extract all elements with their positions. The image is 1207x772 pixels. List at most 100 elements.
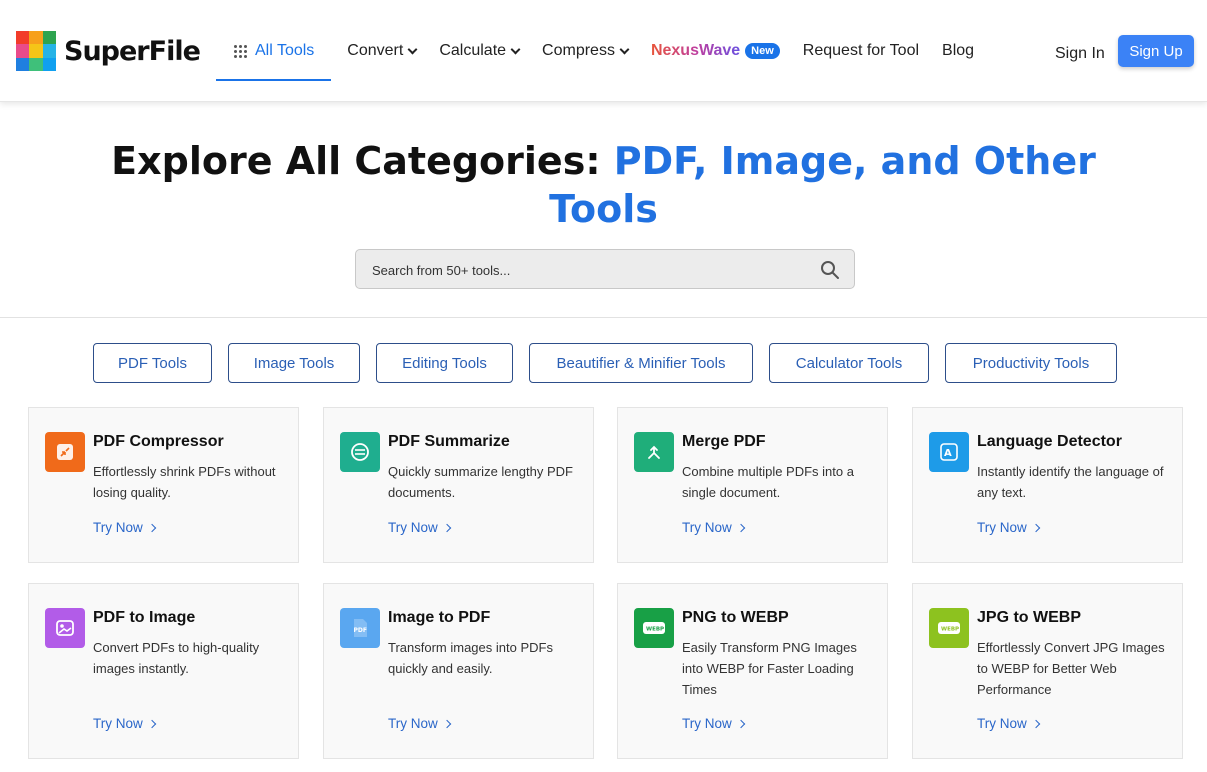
brand-logo[interactable]: SuperFile xyxy=(16,31,201,71)
tool-card-image-to-pdf[interactable]: PDF Image to PDF Transform images into P… xyxy=(323,583,594,759)
search-input[interactable]: Search from 50+ tools... xyxy=(355,249,855,289)
svg-text:PDF: PDF xyxy=(354,627,367,634)
tool-card-pdf-summarize[interactable]: PDF Summarize Quickly summarize lengthy … xyxy=(323,407,594,563)
card-title: PNG to WEBP xyxy=(682,609,789,626)
translate-icon: A xyxy=(929,432,969,472)
try-now-link[interactable]: Try Now xyxy=(682,716,745,731)
card-description: Transform images into PDFs quickly and e… xyxy=(388,640,553,676)
try-now-label: Try Now xyxy=(388,520,438,535)
try-now-link[interactable]: Try Now xyxy=(93,716,156,731)
card-title: Language Detector xyxy=(977,433,1122,450)
image-icon xyxy=(45,608,85,648)
compress-icon xyxy=(45,432,85,472)
try-now-label: Try Now xyxy=(682,716,732,731)
nav-calculate-label: Calculate xyxy=(439,42,507,59)
svg-text:WEBP: WEBP xyxy=(646,627,664,633)
merge-icon xyxy=(634,432,674,472)
tool-card-jpg-to-webp[interactable]: WEBP JPG to WEBP Effortlessly Convert JP… xyxy=(912,583,1183,759)
tool-card-png-to-webp[interactable]: WEBP PNG to WEBP Easily Transform PNG Im… xyxy=(617,583,888,759)
nav-nexuswave-label: NexusWave xyxy=(650,42,741,59)
try-now-label: Try Now xyxy=(388,716,438,731)
try-now-link[interactable]: Try Now xyxy=(388,716,451,731)
category-calculator-tools[interactable]: Calculator Tools xyxy=(769,343,929,383)
title-highlight: PDF, Image, and Other xyxy=(613,139,1096,183)
chevron-right-icon xyxy=(736,523,745,532)
try-now-label: Try Now xyxy=(977,520,1027,535)
try-now-label: Try Now xyxy=(682,520,732,535)
try-now-label: Try Now xyxy=(977,716,1027,731)
try-now-link[interactable]: Try Now xyxy=(388,520,451,535)
section-divider xyxy=(0,317,1207,318)
main-nav: All Tools Convert Calculate Compress Nex… xyxy=(216,0,997,102)
nav-calculate[interactable]: Calculate xyxy=(439,31,521,71)
nav-nexuswave[interactable]: NexusWave New xyxy=(651,31,780,71)
title-highlight-2: Tools xyxy=(549,187,658,231)
svg-text:A: A xyxy=(944,448,952,459)
try-now-link[interactable]: Try Now xyxy=(977,716,1040,731)
sign-in-link[interactable]: Sign In xyxy=(1055,45,1105,63)
nav-request-tool[interactable]: Request for Tool xyxy=(803,31,919,71)
card-description: Effortlessly shrink PDFs without losing … xyxy=(93,464,276,500)
pdf-file-icon: PDF xyxy=(340,608,380,648)
try-now-label: Try Now xyxy=(93,716,143,731)
chevron-right-icon xyxy=(1031,719,1040,728)
nav-request-tool-label: Request for Tool xyxy=(802,42,920,59)
nav-all-tools-label: All Tools xyxy=(255,42,315,59)
brand-name: SuperFile xyxy=(64,35,201,67)
sign-up-button[interactable]: Sign Up xyxy=(1118,35,1194,67)
try-now-link[interactable]: Try Now xyxy=(682,520,745,535)
title-plain: Explore All Categories: xyxy=(111,139,614,183)
nav-blog[interactable]: Blog xyxy=(942,31,974,71)
tool-card-pdf-compressor[interactable]: PDF Compressor Effortlessly shrink PDFs … xyxy=(28,407,299,563)
card-description: Easily Transform PNG Images into WEBP fo… xyxy=(682,640,857,697)
try-now-label: Try Now xyxy=(93,520,143,535)
category-editing-tools[interactable]: Editing Tools xyxy=(376,343,513,383)
try-now-link[interactable]: Try Now xyxy=(93,520,156,535)
superfile-logo-icon xyxy=(16,31,56,71)
nav-convert-label: Convert xyxy=(347,42,404,59)
card-description: Convert PDFs to high-quality images inst… xyxy=(93,640,260,676)
chevron-right-icon xyxy=(147,719,156,728)
summarize-icon xyxy=(340,432,380,472)
search-placeholder: Search from 50+ tools... xyxy=(372,263,511,278)
chevron-right-icon xyxy=(147,523,156,532)
chevron-down-icon xyxy=(510,44,521,54)
svg-text:WEBP: WEBP xyxy=(941,627,959,633)
tool-card-pdf-to-image[interactable]: PDF to Image Convert PDFs to high-qualit… xyxy=(28,583,299,759)
webp-icon: WEBP xyxy=(929,608,969,648)
card-title: Image to PDF xyxy=(388,609,491,626)
nav-blog-label: Blog xyxy=(942,42,975,59)
try-now-link[interactable]: Try Now xyxy=(977,520,1040,535)
chevron-down-icon xyxy=(619,44,630,54)
webp-icon: WEBP xyxy=(634,608,674,648)
card-title: Merge PDF xyxy=(682,433,766,450)
chevron-right-icon xyxy=(442,523,451,532)
grid-icon xyxy=(234,44,247,58)
category-pdf-tools[interactable]: PDF Tools xyxy=(93,343,212,383)
card-description: Instantly identify the language of any t… xyxy=(977,464,1164,500)
chevron-right-icon xyxy=(1031,523,1040,532)
page-title: Explore All Categories: PDF, Image, and … xyxy=(0,137,1207,233)
new-badge: New xyxy=(745,43,780,59)
card-title: JPG to WEBP xyxy=(977,609,1082,626)
card-title: PDF to Image xyxy=(93,609,196,626)
card-description: Combine multiple PDFs into a single docu… xyxy=(682,464,854,500)
nav-all-tools[interactable]: All Tools xyxy=(216,31,332,81)
nav-compress-label: Compress xyxy=(542,42,615,59)
chevron-right-icon xyxy=(736,719,745,728)
chevron-down-icon xyxy=(407,44,418,54)
nav-convert[interactable]: Convert xyxy=(347,31,418,71)
search-icon[interactable] xyxy=(820,260,840,285)
category-image-tools[interactable]: Image Tools xyxy=(228,343,360,383)
card-description: Effortlessly Convert JPG Images to WEBP … xyxy=(977,640,1165,697)
chevron-right-icon xyxy=(442,719,451,728)
tool-card-language-detector[interactable]: A Language Detector Instantly identify t… xyxy=(912,407,1183,563)
card-description: Quickly summarize lengthy PDF documents. xyxy=(388,464,573,500)
card-title: PDF Summarize xyxy=(388,433,510,450)
category-beautifier-minifier-tools[interactable]: Beautifier & Minifier Tools xyxy=(529,343,753,383)
card-title: PDF Compressor xyxy=(93,433,224,450)
site-header: SuperFile All Tools Convert Calculate Co… xyxy=(0,0,1207,102)
category-productivity-tools[interactable]: Productivity Tools xyxy=(945,343,1117,383)
tool-card-merge-pdf[interactable]: Merge PDF Combine multiple PDFs into a s… xyxy=(617,407,888,563)
nav-compress[interactable]: Compress xyxy=(542,31,630,71)
